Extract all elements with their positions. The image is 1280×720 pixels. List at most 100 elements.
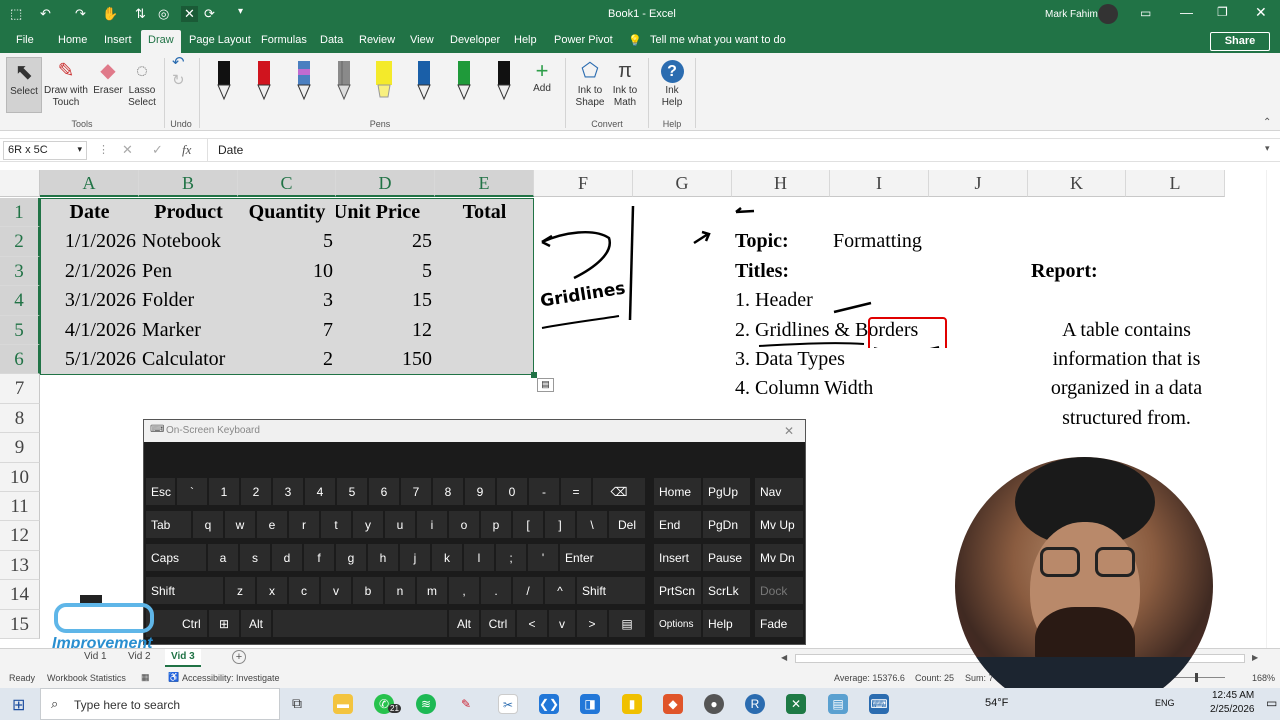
key-enter[interactable]: Enter: [559, 543, 646, 572]
key-pgdn[interactable]: PgDn: [702, 510, 751, 539]
tab-data[interactable]: Data: [320, 34, 343, 46]
key[interactable]: o: [448, 510, 480, 539]
key[interactable]: w: [224, 510, 256, 539]
on-screen-keyboard[interactable]: On-Screen Keyboard ⌨ ✕ Esc ` 1 2 3 4 5 6…: [143, 419, 806, 645]
zoom-level[interactable]: 168%: [1252, 673, 1275, 683]
report-label[interactable]: Report:: [1028, 257, 1101, 286]
eraser-button[interactable]: ◆ Eraser: [91, 57, 125, 97]
table-cell[interactable]: 12: [336, 316, 435, 345]
row-header[interactable]: 10: [0, 462, 40, 492]
table-cell[interactable]: 150: [336, 345, 435, 374]
name-box[interactable]: 6R x 5C ▾: [3, 141, 87, 160]
pen-red-icon[interactable]: [255, 59, 273, 101]
clock-time[interactable]: 12:45 AM: [1212, 690, 1254, 701]
user-name[interactable]: Mark Fahim: [1045, 9, 1098, 20]
input-language[interactable]: ENG: [1155, 698, 1175, 708]
key-esc[interactable]: Esc: [145, 477, 176, 506]
key[interactable]: -: [528, 477, 560, 506]
key[interactable]: 0: [496, 477, 528, 506]
key-nav[interactable]: Nav: [754, 477, 804, 506]
key[interactable]: d: [271, 543, 303, 572]
key[interactable]: 6: [368, 477, 400, 506]
key[interactable]: p: [480, 510, 512, 539]
table-header[interactable]: Date: [40, 198, 139, 227]
tab-draw[interactable]: Draw: [141, 30, 181, 53]
key-home[interactable]: Home: [653, 477, 702, 506]
ink-to-math-button[interactable]: π Ink to Math: [609, 57, 641, 109]
quick-analysis-icon[interactable]: ▤: [537, 378, 554, 392]
key-tab[interactable]: Tab: [145, 510, 192, 539]
column-header-k[interactable]: K: [1028, 170, 1126, 197]
key-windows[interactable]: ⊞: [208, 609, 240, 638]
sheet-tab[interactable]: Vid 1: [84, 651, 107, 662]
key[interactable]: r: [288, 510, 320, 539]
accessibility-status[interactable]: Accessibility: Investigate: [182, 673, 280, 683]
key[interactable]: 7: [400, 477, 432, 506]
avatar[interactable]: [1098, 4, 1118, 24]
weather-temp[interactable]: 54°F: [985, 697, 1008, 709]
r-icon[interactable]: R: [745, 694, 765, 714]
formula-input[interactable]: Date: [218, 143, 243, 157]
spotify-icon[interactable]: ≋: [416, 694, 436, 714]
row-header[interactable]: 7: [0, 374, 40, 404]
macro-icon[interactable]: ▦: [141, 672, 150, 683]
pen-black-icon[interactable]: [215, 59, 233, 101]
key[interactable]: 5: [336, 477, 368, 506]
key[interactable]: 8: [432, 477, 464, 506]
key[interactable]: .: [480, 576, 512, 605]
select-button[interactable]: ⬉ Select: [6, 57, 42, 113]
table-cell[interactable]: Marker: [139, 316, 238, 345]
table-cell[interactable]: 2: [238, 345, 336, 374]
key[interactable]: s: [239, 543, 271, 572]
lasso-select-button[interactable]: ◌ Lasso Select: [126, 57, 158, 109]
row-header[interactable]: 8: [0, 403, 40, 434]
key-scrlk[interactable]: ScrLk: [702, 576, 751, 605]
table-cell[interactable]: Pen: [139, 257, 238, 286]
list-item[interactable]: 3. Data Types: [732, 345, 848, 374]
row-header[interactable]: 6: [0, 345, 40, 375]
key[interactable]: z: [224, 576, 256, 605]
scroll-left-icon[interactable]: ◀: [781, 653, 791, 663]
tab-power-pivot[interactable]: Power Pivot: [554, 34, 613, 46]
column-header-a[interactable]: A: [40, 170, 139, 197]
share-button[interactable]: Share: [1210, 32, 1270, 51]
table-cell[interactable]: 5: [238, 227, 336, 256]
draw-with-touch-button[interactable]: ✎ Draw with Touch: [43, 57, 89, 109]
key[interactable]: 9: [464, 477, 496, 506]
key-left-arrow[interactable]: <: [516, 609, 548, 638]
key-insert[interactable]: Insert: [653, 543, 702, 572]
table-cell[interactable]: Notebook: [139, 227, 238, 256]
format-icon[interactable]: ⟳: [204, 6, 215, 22]
key[interactable]: [: [512, 510, 544, 539]
pencil-gray-icon[interactable]: [335, 59, 353, 101]
row-header[interactable]: 13: [0, 550, 40, 581]
tab-insert[interactable]: Insert: [104, 34, 132, 46]
enter-icon[interactable]: ✓: [152, 142, 163, 158]
excel-taskbar-icon[interactable]: ✕: [786, 694, 806, 714]
key-down-arrow[interactable]: v: [548, 609, 576, 638]
tab-help[interactable]: Help: [514, 34, 537, 46]
tab-view[interactable]: View: [410, 34, 434, 46]
cancel-icon[interactable]: ✕: [122, 142, 133, 158]
key[interactable]: i: [416, 510, 448, 539]
column-header-c[interactable]: C: [238, 170, 336, 197]
column-header-g[interactable]: G: [633, 170, 732, 197]
key-backspace[interactable]: ⌫: [592, 477, 646, 506]
table-cell[interactable]: Calculator: [139, 345, 238, 374]
key[interactable]: q: [192, 510, 224, 539]
zoom-thumb[interactable]: [1195, 673, 1198, 682]
pen-green-icon[interactable]: [455, 59, 473, 101]
workbook-statistics[interactable]: Workbook Statistics: [47, 673, 126, 683]
table-cell[interactable]: 1/1/2026: [40, 227, 139, 256]
minimize-icon[interactable]: —: [1180, 5, 1193, 20]
key[interactable]: \: [576, 510, 608, 539]
table-cell[interactable]: 2/1/2026: [40, 257, 139, 286]
obs-icon[interactable]: ●: [704, 694, 724, 714]
table-cell[interactable]: 5: [336, 257, 435, 286]
customize-icon[interactable]: ▾: [238, 6, 243, 17]
pen-app-icon[interactable]: ✎: [456, 694, 476, 714]
column-header-i[interactable]: I: [830, 170, 929, 197]
key-options[interactable]: Options: [653, 609, 702, 638]
key-del[interactable]: Del: [608, 510, 646, 539]
add-pen-button[interactable]: + Add: [530, 59, 554, 95]
